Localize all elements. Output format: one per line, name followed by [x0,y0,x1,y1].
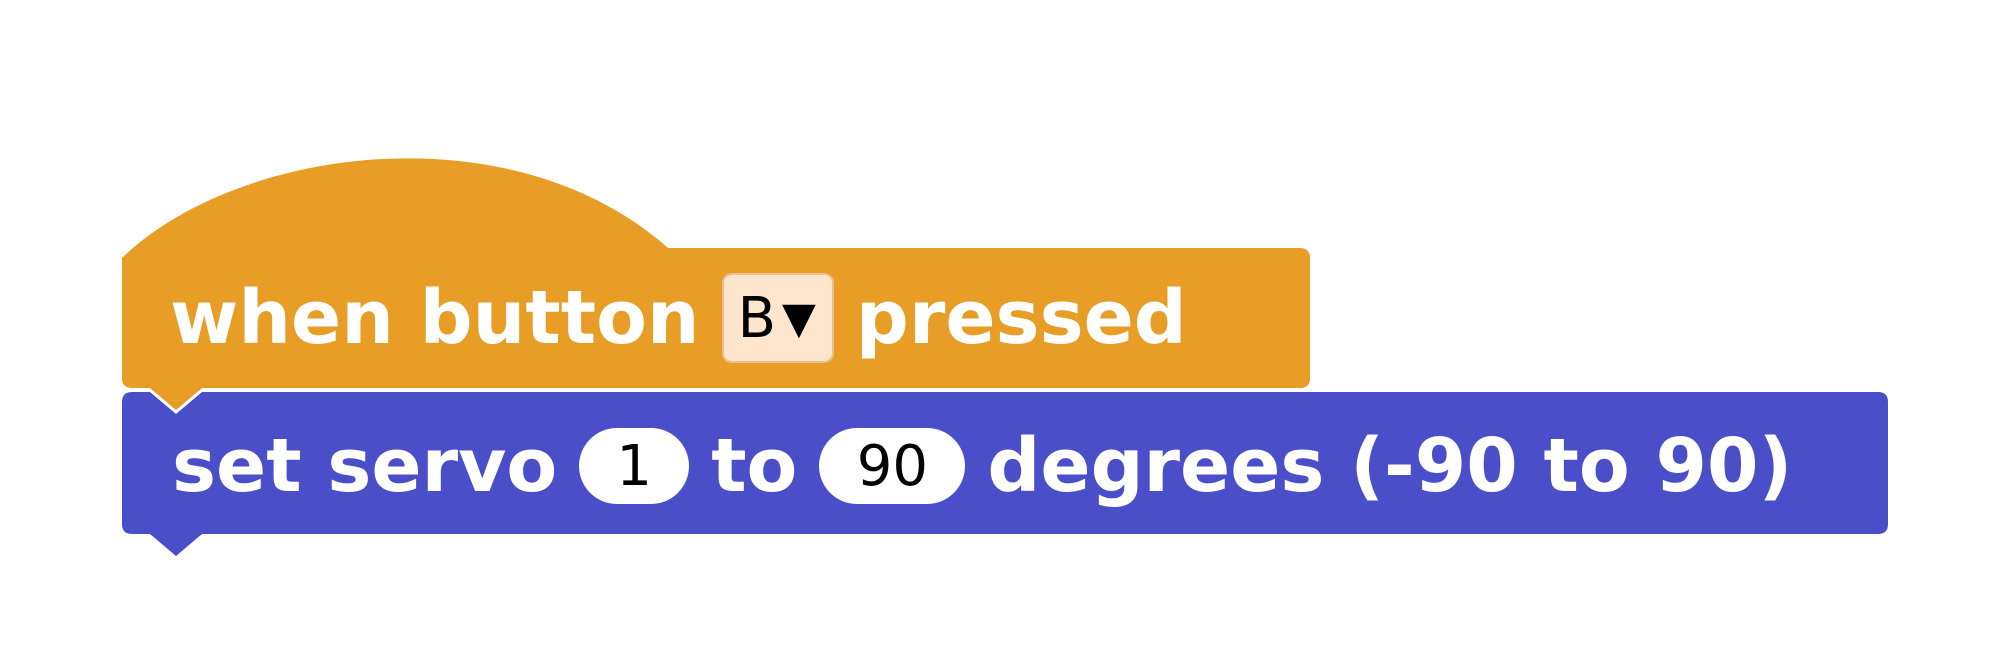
button-dropdown-value: B [737,285,777,351]
event-prefix-label: when button [170,275,700,361]
event-suffix-label: pressed [855,275,1187,361]
servo-number-input[interactable]: 1 [579,428,690,504]
action-suffix-label: degrees (-90 to 90) [987,423,1793,509]
event-block[interactable]: when button B ▼ pressed [170,272,1187,364]
dropdown-arrow-icon: ▼ [782,292,816,344]
block-workspace: when button B ▼ pressed set servo 1 to 9… [0,0,2000,666]
degrees-number-input[interactable]: 90 [819,428,966,504]
to-label: to [711,423,798,509]
action-block[interactable]: set servo 1 to 90 degrees (-90 to 90) [172,418,1792,514]
action-prefix-label: set servo [172,423,558,509]
button-dropdown[interactable]: B ▼ [721,273,834,363]
